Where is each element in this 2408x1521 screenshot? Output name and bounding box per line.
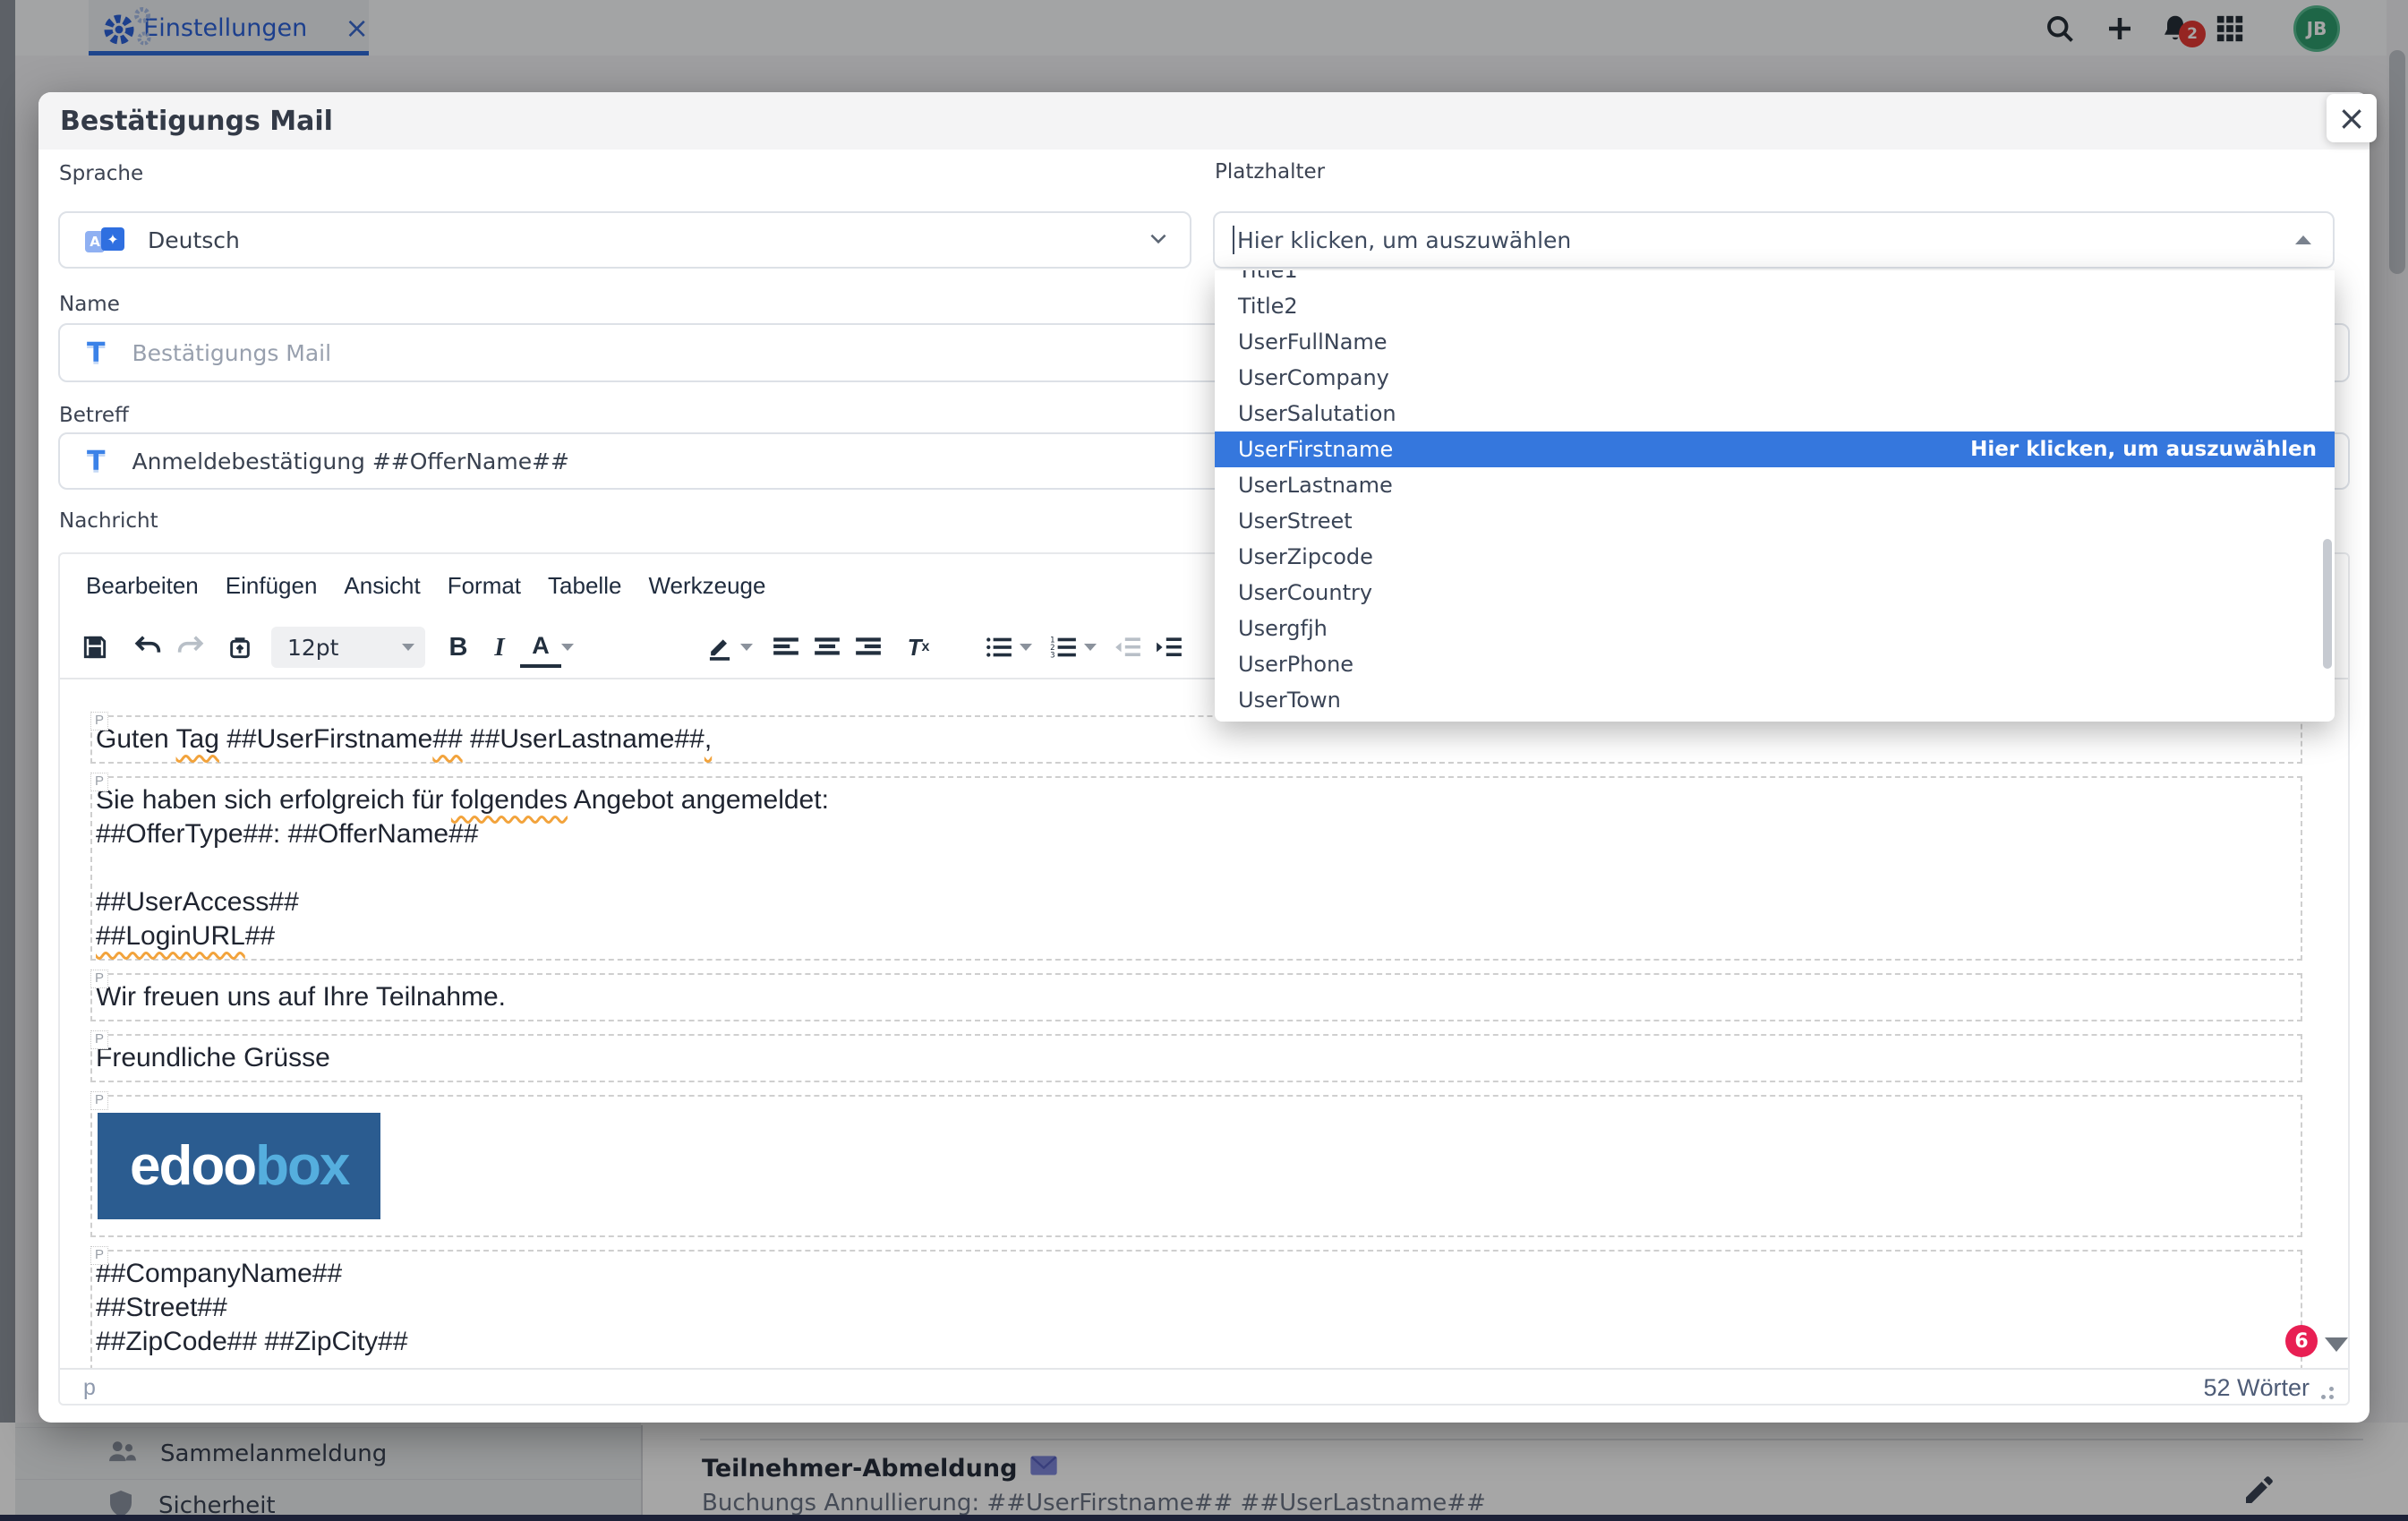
font-size-select[interactable]: 12pt — [271, 627, 425, 668]
name-label: Name — [59, 293, 120, 316]
overflow-count-badge: 6 — [2285, 1325, 2318, 1357]
platzhalter-label: Platzhalter — [1215, 160, 1325, 184]
page: Einstellungen × 2 — [0, 0, 2408, 1521]
platzhalter-placeholder: Hier klicken, um auszuwählen — [1237, 227, 1571, 253]
paragraph-block: P Guten Tag ##UserFirstname## ##UserLast… — [90, 715, 2302, 764]
italic-icon[interactable]: I — [479, 627, 520, 668]
menu-ansicht[interactable]: Ansicht — [330, 565, 433, 607]
sprache-value: Deutsch — [148, 227, 240, 253]
modal-title: Bestätigungs Mail — [60, 106, 333, 137]
dropdown-item[interactable]: Usergfjh — [1215, 611, 2335, 646]
align-right-icon[interactable] — [848, 627, 889, 668]
close-button[interactable]: × — [2327, 94, 2377, 142]
nachricht-label: Nachricht — [59, 509, 158, 533]
block-tag-label: P — [90, 773, 108, 791]
dropdown-item[interactable]: Title1 — [1215, 270, 2335, 288]
modal-bestaetigungs-mail: Bestätigungs Mail × Sprache A✦ Deutsch P… — [38, 92, 2370, 1423]
align-left-icon[interactable] — [765, 627, 807, 668]
sprache-select[interactable]: A✦ Deutsch — [58, 211, 1191, 269]
menu-einfuegen[interactable]: Einfügen — [212, 565, 331, 607]
dropdown-selected-hint: Hier klicken, um auszuwählen — [1970, 432, 2335, 467]
sprache-label: Sprache — [59, 162, 143, 185]
dropdown-scrollbar-thumb[interactable] — [2323, 539, 2332, 669]
dropdown-item[interactable]: UserCompany — [1215, 360, 2335, 396]
dropdown-item[interactable]: UserLastname — [1215, 467, 2335, 503]
numbered-list-icon[interactable]: 123 — [1043, 627, 1084, 668]
betreff-value: Anmeldebestätigung ##OfferName## — [132, 449, 569, 474]
clear-formatting-icon[interactable]: Tx — [898, 627, 939, 668]
paragraph-block: P ##CompanyName## ##Street## ##ZipCode##… — [90, 1250, 2302, 1368]
dropdown-item[interactable]: UserFullName — [1215, 324, 2335, 360]
dropdown-item[interactable]: UserTown — [1215, 682, 2335, 718]
paragraph-block: P edoobox — [90, 1095, 2302, 1237]
indent-icon[interactable] — [1148, 627, 1190, 668]
dropdown-item[interactable]: UserStreet — [1215, 503, 2335, 539]
menu-tabelle[interactable]: Tabelle — [534, 565, 635, 607]
highlight-pen-icon[interactable] — [699, 627, 740, 668]
block-tag-label: P — [90, 1091, 108, 1110]
dropdown-item[interactable]: UserCountry — [1215, 575, 2335, 611]
chevron-down-icon[interactable] — [1084, 644, 1097, 651]
menu-bearbeiten[interactable]: Bearbeiten — [73, 565, 212, 607]
chevron-down-icon[interactable] — [561, 644, 574, 651]
dropdown-item[interactable]: UserPhone — [1215, 646, 2335, 682]
platzhalter-dropdown-list: Title1 Title2 UserFullName UserCompany U… — [1215, 270, 2335, 718]
bold-icon[interactable]: B — [438, 627, 479, 668]
text-field-icon: T — [87, 446, 105, 477]
redo-icon[interactable] — [169, 627, 210, 668]
element-path[interactable]: p — [83, 1375, 96, 1401]
modal-header: Bestätigungs Mail — [38, 92, 2370, 150]
block-tag-label: P — [90, 970, 108, 988]
dropdown-item[interactable]: UserSalutation — [1215, 396, 2335, 432]
paragraph-block: P Sie haben sich erfolgreich für folgend… — [90, 776, 2302, 961]
menu-werkzeuge[interactable]: Werkzeuge — [635, 565, 779, 607]
chevron-down-icon[interactable] — [740, 644, 753, 651]
dropdown-item[interactable]: Title2 — [1215, 288, 2335, 324]
block-tag-label: P — [90, 1246, 108, 1265]
outdent-icon[interactable] — [1107, 627, 1148, 668]
block-tag-label: P — [90, 1030, 108, 1049]
name-value: Bestätigungs Mail — [132, 340, 331, 366]
edoobox-logo: edoobox — [98, 1113, 380, 1219]
resize-grip[interactable] — [2329, 1387, 2334, 1391]
caret-up-icon — [2295, 235, 2311, 244]
betreff-label: Betreff — [59, 404, 129, 427]
editor-content[interactable]: P Guten Tag ##UserFirstname## ##UserLast… — [60, 679, 2348, 1368]
bullet-list-icon[interactable] — [978, 627, 1020, 668]
svg-text:3: 3 — [1050, 652, 1055, 660]
text-cursor — [1233, 226, 1234, 254]
dropdown-item[interactable]: UserZipcode — [1215, 539, 2335, 575]
platzhalter-dropdown-panel: Title1 Title2 UserFullName UserCompany U… — [1215, 270, 2335, 722]
undo-icon[interactable] — [128, 627, 169, 668]
font-size-value: 12pt — [287, 635, 338, 661]
paragraph-block: P Wir freuen uns auf Ihre Teilnahme. — [90, 973, 2302, 1021]
editor-statusbar: p 52 Wörter — [60, 1368, 2348, 1406]
language-icon: A✦ — [85, 222, 126, 258]
menu-format[interactable]: Format — [434, 565, 534, 607]
paragraph-block: P Freundliche Grüsse — [90, 1034, 2302, 1082]
align-center-icon[interactable] — [807, 627, 848, 668]
chevron-down-icon — [1147, 226, 1170, 253]
chevron-down-icon[interactable] — [1020, 644, 1032, 651]
dropdown-item-selected[interactable]: UserFirstname Hier klicken, um auszuwähl… — [1215, 432, 2335, 467]
dropdown-item-label: UserFirstname — [1238, 432, 1393, 467]
chevron-down-icon — [402, 644, 414, 651]
platzhalter-combobox[interactable]: Hier klicken, um auszuwählen — [1213, 211, 2335, 269]
save-icon[interactable] — [74, 627, 115, 668]
word-count: 52 Wörter — [2203, 1374, 2310, 1402]
text-field-icon: T — [87, 338, 105, 369]
paste-icon[interactable] — [219, 627, 260, 668]
scroll-down-arrow-icon[interactable] — [2325, 1337, 2348, 1352]
block-tag-label: P — [90, 712, 108, 731]
text-color-icon[interactable]: A — [520, 627, 561, 668]
